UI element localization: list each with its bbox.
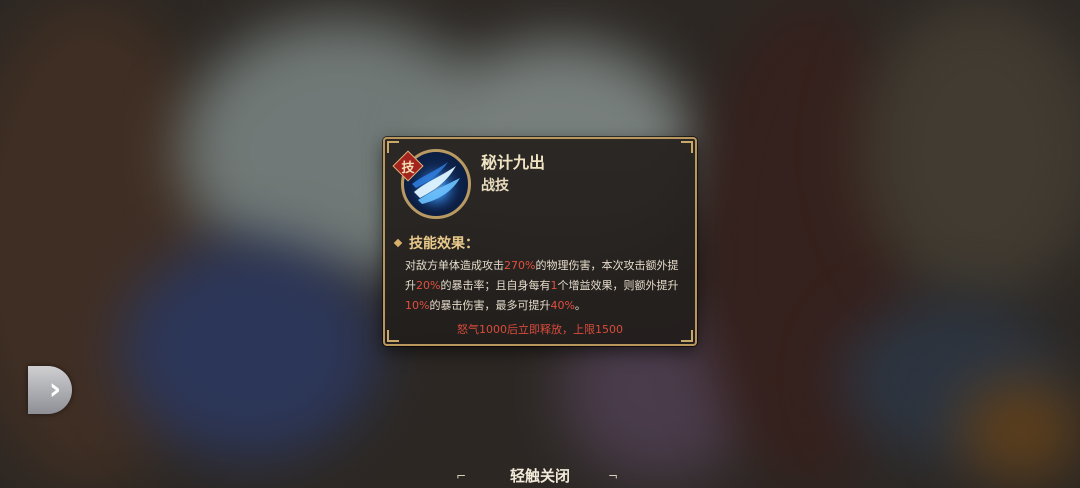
rage-footnote: 怒气1000后立即释放，上限1500 [457,323,623,336]
section-title-label: 技能效果： [409,236,479,252]
highlight-value: 20% [416,279,441,292]
description-text: 的暴击率；且自身每有 [440,279,551,292]
description-text: 的暴击伤害，最多可提升 [429,299,551,312]
close-hint-label: 轻触关闭 [509,466,570,485]
description-text: 对敌方单体造成攻击 [405,259,504,272]
skill-tooltip: 技 秘计九出 战技 技能效果： 对敌方单体造成攻击270%的物理伤害，本次攻击额… [383,137,697,346]
highlight-value: 270% [504,259,536,272]
description-text: 个增益效果，则额外提升 [557,279,679,292]
skill-type-badge-label: 技 [401,160,415,176]
left-ornament-icon: ⌐ [456,469,467,483]
description-text: 。 [574,299,586,312]
highlight-value: 40% [550,299,575,312]
highlight-value: 10% [405,299,430,312]
corner-ornament [681,141,693,153]
diamond-bullet-icon [393,238,403,248]
skill-description: 对敌方单体造成攻击270%的物理伤害，本次攻击额外提升20%的暴击率；且自身每有… [405,256,689,316]
skill-effect-heading: 技能效果： [393,233,479,253]
chevron-right-icon: › [48,372,62,407]
tap-to-close[interactable]: ⌐ 轻触关闭 ¬ [456,462,624,488]
corner-ornament [387,141,399,153]
right-ornament-icon: ¬ [607,469,619,483]
skill-type: 战技 [481,178,509,194]
skill-name: 秘计九出 [481,153,546,172]
